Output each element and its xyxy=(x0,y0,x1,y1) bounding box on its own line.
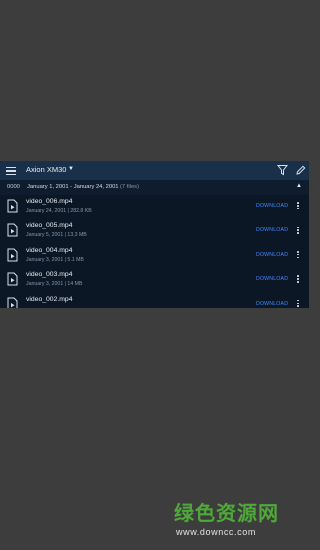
file-row[interactable]: video_005.mp4 January 5, 2001 | 13.3 MB DO… xyxy=(0,219,309,243)
file-name: video_002.mp4 xyxy=(26,295,73,303)
download-button[interactable]: DOWNLOAD xyxy=(256,203,288,209)
video-file-icon xyxy=(7,199,18,213)
more-options-icon[interactable] xyxy=(296,299,300,308)
file-name: video_003.mp4 xyxy=(26,271,73,279)
group-date-range: January 1, 2001 - January 24, 2001 xyxy=(27,184,119,190)
download-button[interactable]: DOWNLOAD xyxy=(256,301,288,307)
file-row[interactable]: video_003.mp4 January 3, 2001 | 14 MB DOWN… xyxy=(0,268,309,292)
more-options-icon[interactable] xyxy=(296,274,300,286)
app-window: Axion XM30 ▼ 0000 January 1, 2001 - Janu… xyxy=(0,161,309,308)
chevron-down-icon[interactable]: ▼ xyxy=(68,166,74,172)
hamburger-menu-icon[interactable] xyxy=(6,165,16,176)
download-button[interactable]: DOWNLOAD xyxy=(256,227,288,233)
video-file-icon xyxy=(7,272,18,286)
file-row[interactable]: video_002.mp4 DOWNLOAD xyxy=(0,293,309,308)
device-title[interactable]: Axion XM30 xyxy=(26,165,66,174)
more-options-icon[interactable] xyxy=(296,201,300,213)
file-name: video_006.mp4 xyxy=(26,198,73,205)
date-group-header[interactable]: 0000 January 1, 2001 - January 24, 2001 … xyxy=(0,180,309,195)
video-file-icon xyxy=(7,223,18,237)
filter-icon[interactable] xyxy=(277,164,288,176)
file-name: video_005.mp4 xyxy=(26,222,73,230)
collapse-arrow-icon[interactable]: ▲ xyxy=(296,183,302,189)
file-meta: January 3, 2001 | 14 MB xyxy=(26,281,83,288)
file-row[interactable]: video_004.mp4 January 3, 2001 | 5.1 MB DOW… xyxy=(0,244,309,268)
file-meta: January 3, 2001 | 5.1 MB xyxy=(26,256,84,263)
download-button[interactable]: DOWNLOAD xyxy=(256,276,288,282)
group-file-count: (7 files) xyxy=(120,184,140,190)
more-options-icon[interactable] xyxy=(296,225,300,237)
video-file-icon xyxy=(7,297,18,308)
download-button[interactable]: DOWNLOAD xyxy=(256,252,288,258)
pencil-edit-icon[interactable] xyxy=(295,164,306,176)
file-meta: January 5, 2001 | 13.3 MB xyxy=(26,232,87,239)
more-options-icon[interactable] xyxy=(296,250,300,262)
video-file-icon xyxy=(7,248,18,262)
file-row[interactable]: video_006.mp4 January 24, 2001 | 282.8 KB… xyxy=(0,195,309,219)
watermark-logo-text: 绿色资源网 xyxy=(174,501,279,525)
file-meta: January 24, 2001 | 282.8 KB xyxy=(26,208,92,214)
watermark-logo: 绿色资源网 www.downcc.com xyxy=(172,497,302,545)
file-name: video_004.mp4 xyxy=(26,246,73,254)
group-id: 0000 xyxy=(7,184,20,190)
watermark-url: www.downcc.com xyxy=(176,527,256,537)
top-toolbar: Axion XM30 ▼ xyxy=(0,161,309,180)
